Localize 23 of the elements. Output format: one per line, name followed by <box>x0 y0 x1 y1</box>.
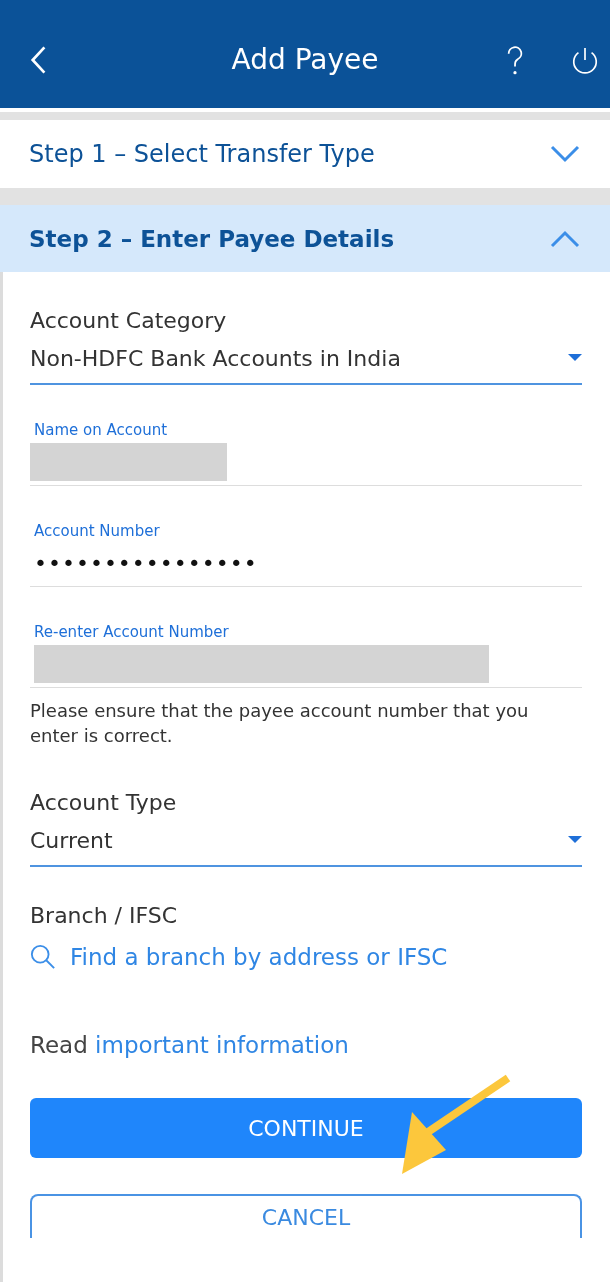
chevron-icon <box>550 229 580 248</box>
info-text: Read important information <box>30 1032 350 1058</box>
input-field[interactable]: Account Number •••••••••••••••• <box>30 486 582 587</box>
field-label: Account Category <box>30 308 228 333</box>
power-icon[interactable] <box>570 46 600 76</box>
dropdown-arrow-icon <box>568 836 582 844</box>
category-dropdown[interactable]: Non-HDFC Bank Accounts in India <box>30 333 582 385</box>
important-info-link[interactable]: important information <box>95 1032 349 1058</box>
field-label: Account Type <box>30 790 178 815</box>
input-field[interactable]: Name on Account <box>30 385 582 486</box>
input-field[interactable]: Re-enter Account Number <box>30 587 582 688</box>
continue-button[interactable]: CONTINUE <box>30 1098 582 1158</box>
dropdown-arrow-icon <box>568 354 582 362</box>
account-type-dropdown[interactable]: Current <box>30 815 582 867</box>
field-label: Branch / IFSC <box>30 903 179 928</box>
chevron-icon <box>550 145 580 163</box>
find-branch-link[interactable]: Find a branch by address or IFSC <box>70 944 448 970</box>
page-title: Add Payee <box>230 42 380 76</box>
search-icon <box>30 944 56 970</box>
cancel-button[interactable]: CANCEL <box>30 1194 582 1238</box>
step-header[interactable]: Step 2 – Enter Payee Details <box>0 205 610 272</box>
note-text: Please ensure that the payee account number that you enter is correct. <box>30 699 530 748</box>
back-icon[interactable] <box>30 45 48 75</box>
